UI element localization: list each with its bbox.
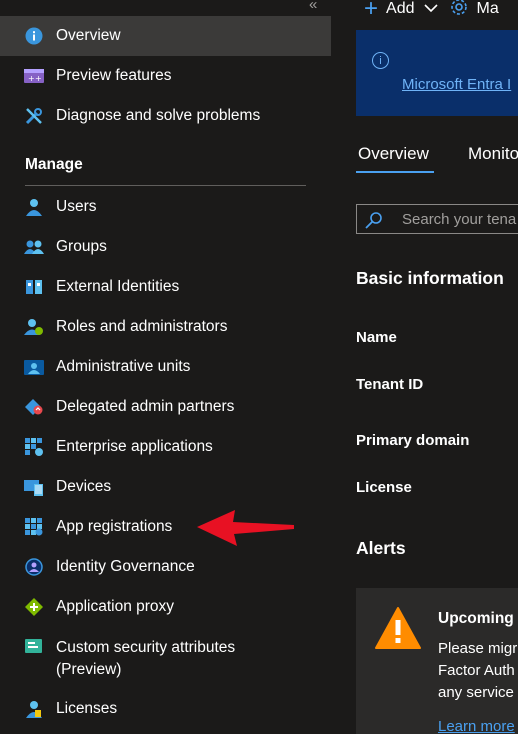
sidebar-item-label: Enterprise applications bbox=[56, 438, 213, 455]
field-label-name: Name bbox=[356, 329, 397, 346]
sidebar-item-label: Users bbox=[56, 198, 97, 215]
sidebar-item-label: Delegated admin partners bbox=[56, 398, 235, 415]
command-bar: + Add Ma bbox=[356, 0, 499, 21]
sidebar-item-enterprise-apps[interactable]: Enterprise applications bbox=[0, 427, 331, 467]
delegated-partners-icon bbox=[24, 397, 44, 417]
user-icon bbox=[24, 197, 44, 217]
sidebar-item-admin-units[interactable]: Administrative units bbox=[0, 347, 331, 387]
sidebar: « Overview + + Preview features Diagnose … bbox=[0, 0, 340, 734]
banner-link[interactable]: Microsoft Entra I bbox=[402, 76, 511, 93]
field-label-tenant-id: Tenant ID bbox=[356, 376, 424, 393]
search-input[interactable]: Search your tena bbox=[356, 204, 518, 234]
groups-icon bbox=[24, 237, 44, 257]
collapse-sidebar-icon[interactable]: « bbox=[309, 0, 317, 13]
sidebar-item-label: App registrations bbox=[56, 518, 173, 535]
sidebar-item-label: Administrative units bbox=[56, 358, 191, 375]
plus-icon[interactable]: + bbox=[364, 0, 378, 21]
custom-security-icon bbox=[24, 637, 44, 657]
alert-text-line: Please migr bbox=[438, 640, 518, 657]
sidebar-item-label: Licenses bbox=[56, 700, 118, 717]
field-label-primary-domain: Primary domain bbox=[356, 432, 470, 449]
info-icon: i bbox=[372, 52, 389, 69]
sidebar-item-label: Overview bbox=[56, 27, 121, 44]
sidebar-item-label: Application proxy bbox=[56, 598, 175, 615]
alert-text-line: any service bbox=[438, 684, 514, 701]
info-banner: i Microsoft Entra I bbox=[356, 30, 518, 116]
sidebar-item-label: Devices bbox=[56, 478, 112, 495]
sidebar-item-label: Roles and administrators bbox=[56, 318, 228, 335]
identity-governance-icon bbox=[24, 557, 44, 577]
sidebar-item-label: External Identities bbox=[56, 278, 180, 295]
sidebar-item-label: Groups bbox=[56, 238, 107, 255]
sidebar-item-label: Diagnose and solve problems bbox=[56, 107, 261, 124]
sidebar-item-delegated-partners[interactable]: Delegated admin partners bbox=[0, 387, 331, 427]
external-identities-icon bbox=[24, 277, 44, 297]
sidebar-item-groups[interactable]: Groups bbox=[0, 227, 331, 267]
sidebar-item-application-proxy[interactable]: Application proxy bbox=[0, 587, 331, 627]
sidebar-item-roles[interactable]: Roles and administrators bbox=[0, 307, 331, 347]
svg-text:+: + bbox=[28, 74, 35, 83]
manage-button[interactable]: Ma bbox=[476, 0, 498, 18]
manage-heading: Manage bbox=[25, 156, 83, 173]
alerts-heading: Alerts bbox=[356, 538, 406, 558]
enterprise-apps-icon bbox=[24, 437, 44, 457]
sidebar-item-label-suffix: (Preview) bbox=[56, 661, 122, 678]
roles-icon bbox=[24, 317, 44, 337]
svg-text:+: + bbox=[35, 74, 42, 83]
info-icon bbox=[24, 26, 44, 46]
alert-text-line: Factor Auth bbox=[438, 662, 515, 679]
devices-icon bbox=[24, 477, 44, 497]
tab-overview[interactable]: Overview bbox=[358, 144, 429, 164]
application-proxy-icon bbox=[24, 597, 44, 617]
sidebar-item-overview[interactable]: Overview bbox=[0, 16, 331, 56]
custom-security-label: Custom security attributes (Preview) bbox=[56, 637, 235, 681]
sidebar-item-label: Preview features bbox=[56, 67, 172, 84]
learn-more-link[interactable]: Learn more bbox=[438, 718, 515, 734]
chevron-down-icon[interactable] bbox=[424, 0, 439, 18]
alert-text: Please migr Factor Auth any service bbox=[438, 638, 517, 704]
sidebar-item-licenses[interactable]: Licenses bbox=[0, 689, 331, 729]
admin-units-icon bbox=[24, 357, 44, 377]
sidebar-item-identity-governance[interactable]: Identity Governance bbox=[0, 547, 331, 587]
add-button[interactable]: Add bbox=[386, 0, 414, 18]
alert-card: Upcoming Please migr Factor Auth any ser… bbox=[356, 588, 518, 734]
sidebar-item-diagnose[interactable]: Diagnose and solve problems bbox=[0, 96, 331, 136]
sidebar-item-label: Custom security attributes bbox=[56, 639, 236, 656]
app-registrations-icon bbox=[24, 517, 44, 537]
search-placeholder: Search your tena bbox=[402, 211, 517, 228]
gear-icon[interactable] bbox=[450, 0, 468, 21]
sidebar-item-label: Identity Governance bbox=[56, 558, 195, 575]
preview-features-icon: + + bbox=[24, 66, 44, 86]
active-tab-indicator bbox=[356, 171, 434, 173]
sidebar-item-preview-features[interactable]: + + Preview features bbox=[0, 56, 331, 96]
warning-icon bbox=[374, 606, 422, 655]
wrench-icon bbox=[24, 106, 44, 126]
sidebar-item-external-identities[interactable]: External Identities bbox=[0, 267, 331, 307]
basic-info-heading: Basic information bbox=[356, 268, 504, 288]
divider bbox=[25, 185, 306, 186]
field-label-license: License bbox=[356, 479, 412, 496]
tab-monitoring[interactable]: Monito bbox=[468, 144, 518, 164]
sidebar-item-users[interactable]: Users bbox=[0, 187, 331, 227]
licenses-icon bbox=[24, 699, 44, 719]
search-icon bbox=[365, 211, 383, 234]
alert-title: Upcoming bbox=[438, 610, 514, 627]
annotation-arrow-icon bbox=[197, 510, 294, 546]
sidebar-item-devices[interactable]: Devices bbox=[0, 467, 331, 507]
